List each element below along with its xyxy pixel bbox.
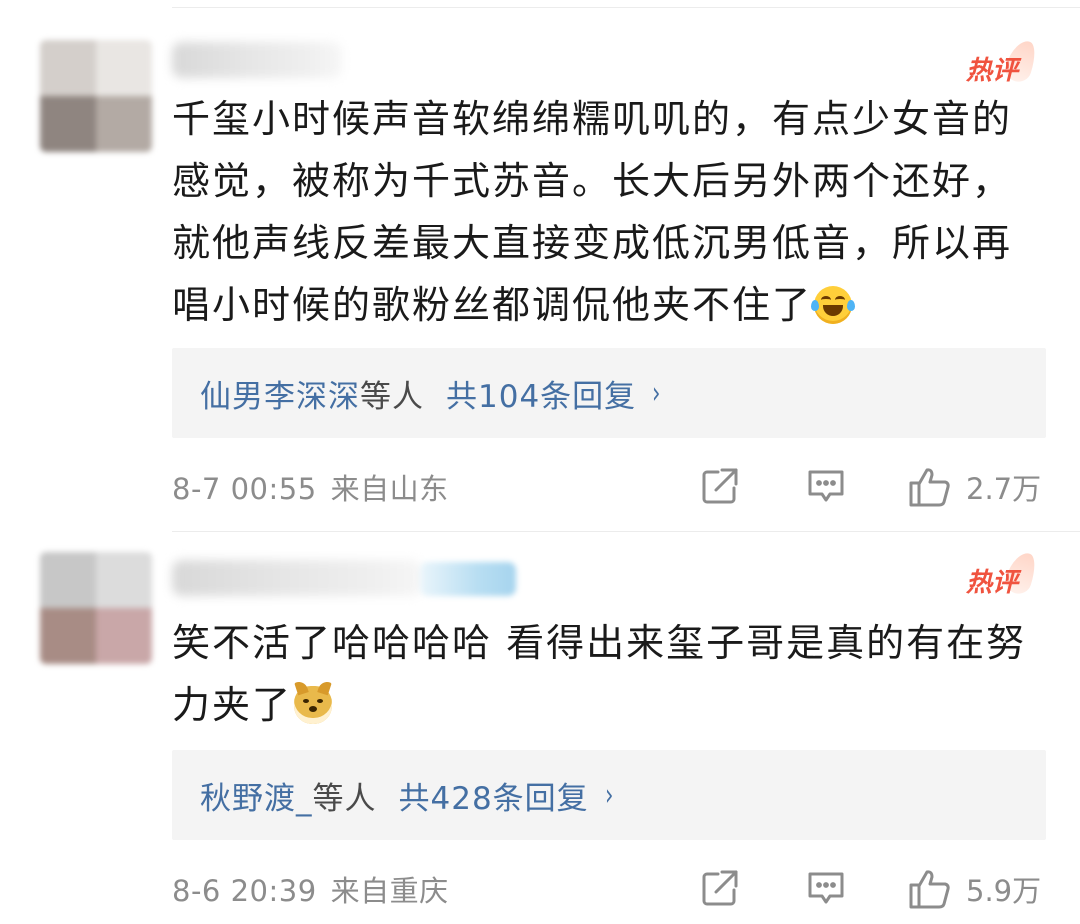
reply-count-link[interactable]: 共104条回复 (446, 371, 636, 416)
username-blurred[interactable] (172, 42, 342, 78)
timestamp-location: 8-6 20:39 来自重庆 (172, 868, 449, 910)
reply-etc-label: 等人 (360, 378, 424, 415)
share-button[interactable] (700, 868, 740, 912)
ip-location: 来自重庆 (330, 874, 449, 908)
avatar[interactable] (40, 40, 152, 152)
share-button[interactable] (700, 466, 740, 510)
hot-badge-label: 热评 (966, 56, 1019, 86)
reply-etc-label: 等人 (312, 780, 377, 817)
reply-username[interactable]: 仙男李深深 (200, 371, 360, 416)
reply-comment-button[interactable] (806, 868, 846, 912)
replies-preview[interactable]: 仙男李深深 等人 共104条回复 › (172, 348, 1046, 438)
comment-line: 唱小时候的歌粉丝都调侃他夹不住了 (172, 283, 813, 327)
timestamp-location: 8-7 00:55 来自山东 (172, 466, 449, 508)
comment-line: 就他声线反差最大直接变成低沉男低音，所以再 (172, 221, 1013, 265)
like-button[interactable]: 5.9万 (908, 868, 1041, 910)
like-button[interactable]: 2.7万 (908, 466, 1041, 508)
comment-card: 热评 笑不活了哈哈哈哈 看得出来玺子哥是真的有在努 力夹了 秋野渡_ 等人 共4… (0, 532, 1080, 924)
username-blurred[interactable] (172, 560, 422, 596)
laughing-tears-emoji-icon (811, 286, 856, 324)
reply-comment-button[interactable] (806, 466, 846, 510)
doge-emoji-icon (294, 679, 333, 724)
like-count: 5.9万 (966, 874, 1042, 908)
share-icon (702, 468, 738, 504)
like-count: 2.7万 (966, 472, 1042, 506)
reply-username[interactable]: 秋野渡_ (200, 773, 313, 818)
comment-line: 笑不活了哈哈哈哈 看得出来玺子哥是真的有在努 (172, 621, 1027, 665)
comment-icon (808, 470, 844, 502)
comment-card: 热评 千玺小时候声音软绵绵糯叽叽的，有点少女音的 感觉，被称为千式苏音。长大后另… (0, 0, 1080, 531)
comment-icon (808, 872, 844, 904)
comment-footer: 8-7 00:55 来自山东 2.7万 (172, 464, 1046, 508)
replies-preview[interactable]: 秋野渡_ 等人 共428条回复 › (172, 750, 1046, 840)
hot-comment-badge: 热评 (966, 549, 1040, 600)
comment-text: 千玺小时候声音软绵绵糯叽叽的，有点少女音的 感觉，被称为千式苏音。长大后另外两个… (172, 88, 1042, 336)
comment-line: 千玺小时候声音软绵绵糯叽叽的，有点少女音的 (172, 97, 1013, 141)
comment-line: 力夹了 (172, 683, 293, 727)
reply-count-link[interactable]: 共428条回复 (399, 773, 589, 818)
avatar[interactable] (40, 552, 152, 664)
chevron-right-icon: › (604, 777, 614, 813)
comment-line-last: 唱小时候的歌粉丝都调侃他夹不住了 (172, 274, 1042, 336)
hot-comment-badge: 热评 (966, 37, 1040, 88)
comment-footer: 8-6 20:39 来自重庆 5.9万 (172, 866, 1046, 910)
user-badge-blurred (420, 562, 516, 596)
timestamp: 8-6 20:39 (172, 874, 317, 908)
comment-text: 笑不活了哈哈哈哈 看得出来玺子哥是真的有在努 力夹了 (172, 612, 1042, 736)
hot-badge-label: 热评 (966, 568, 1019, 598)
timestamp: 8-7 00:55 (172, 472, 317, 506)
like-icon (909, 870, 950, 909)
comment-line-last: 力夹了 (172, 674, 1042, 736)
comment-line: 感觉，被称为千式苏音。长大后另外两个还好， (172, 159, 1013, 203)
ip-location: 来自山东 (330, 472, 449, 506)
chevron-right-icon: › (652, 375, 662, 411)
share-icon (702, 870, 738, 906)
like-icon (909, 468, 950, 507)
